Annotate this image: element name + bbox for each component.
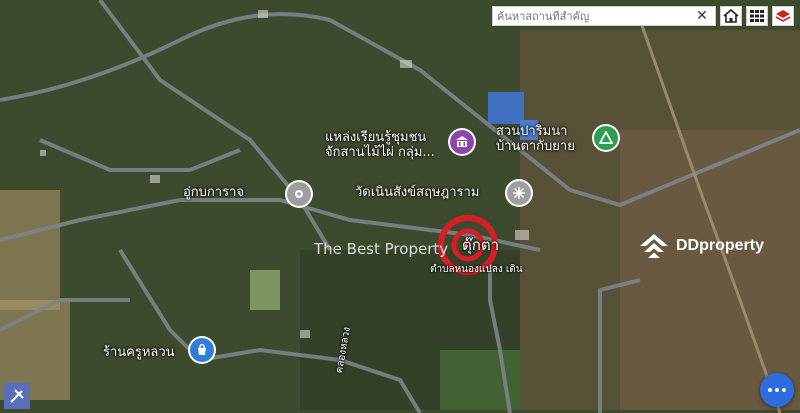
layers-icon[interactable] bbox=[772, 6, 794, 26]
more-dot-icon bbox=[782, 388, 786, 392]
place-label-line: บ้านตากับยาย bbox=[496, 139, 575, 154]
more-dot-icon bbox=[768, 388, 772, 392]
place-label-temple[interactable]: วัดเนินสังข์สฤษฎาราม bbox=[355, 185, 479, 200]
search-bar: ✕ bbox=[492, 6, 716, 26]
grid-icon[interactable] bbox=[746, 6, 768, 26]
place-label-line: จักสานไม้ไผ่ กลุ่ม... bbox=[325, 145, 435, 160]
shop-icon[interactable] bbox=[190, 338, 214, 362]
map-toolbar: ✕ bbox=[492, 6, 794, 26]
more-options-button[interactable] bbox=[760, 373, 794, 407]
temple-icon[interactable] bbox=[507, 181, 531, 205]
search-input[interactable] bbox=[493, 9, 691, 23]
place-label-target[interactable]: ตุ๊กตา bbox=[462, 238, 499, 253]
place-label-line: แหล่งเรียนรู้ชุมชน bbox=[325, 130, 427, 145]
place-label-shop[interactable]: ร้านครูหลวน bbox=[103, 345, 175, 360]
place-label-line: สวนปาริมนา bbox=[496, 124, 568, 139]
museum-icon[interactable] bbox=[450, 130, 474, 154]
home-icon[interactable] bbox=[720, 6, 742, 26]
park-icon[interactable] bbox=[594, 126, 618, 150]
more-dot-icon bbox=[775, 388, 779, 392]
place-label-subdistrict: ตำบลหนองแปลง เดิน bbox=[430, 264, 523, 275]
brand-name: DDproperty bbox=[676, 237, 765, 254]
brand-logo: DDproperty bbox=[638, 232, 764, 260]
place-label-park[interactable]: สวนปาริมนา บ้านตากับยาย bbox=[496, 124, 575, 154]
watermark-text: The Best Property bbox=[314, 240, 449, 258]
place-label-garage[interactable]: อู่กบการาจ bbox=[183, 185, 244, 200]
place-icon[interactable] bbox=[287, 182, 311, 206]
tools-icon[interactable] bbox=[4, 383, 30, 409]
place-label-community-center[interactable]: แหล่งเรียนรู้ชุมชน จักสานไม้ไผ่ กลุ่ม... bbox=[325, 130, 435, 160]
ddproperty-logo-icon bbox=[640, 234, 668, 258]
close-icon[interactable]: ✕ bbox=[691, 6, 713, 26]
